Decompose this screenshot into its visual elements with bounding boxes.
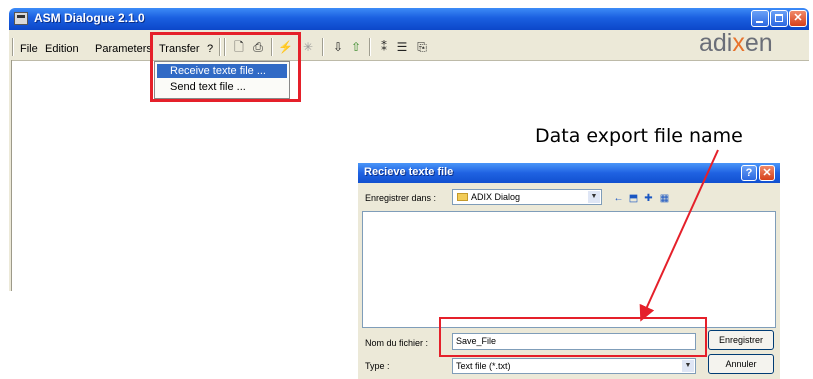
annotation-arrow bbox=[639, 149, 719, 322]
